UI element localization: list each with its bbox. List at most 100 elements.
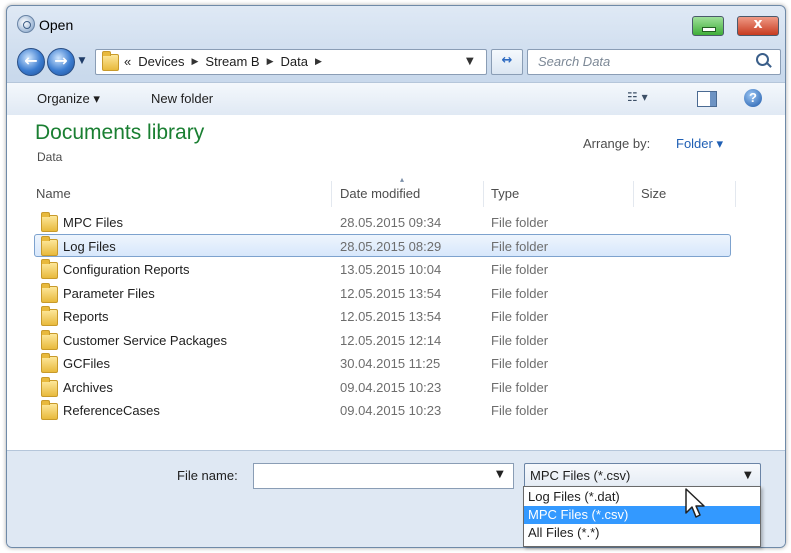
breadcrumb-data[interactable]: Data bbox=[281, 54, 308, 69]
breadcrumb-chevron-icon[interactable]: ▶ bbox=[191, 57, 198, 67]
file-date: 09.04.2015 10:23 bbox=[340, 379, 442, 395]
file-row[interactable]: Customer Service Packages 12.05.2015 12:1… bbox=[35, 329, 730, 352]
column-divider[interactable] bbox=[483, 181, 484, 207]
file-row[interactable]: Configuration Reports 13.05.2015 10:04 Fil… bbox=[35, 258, 730, 281]
file-name-label: File name: bbox=[177, 468, 238, 483]
file-name: MPC Files bbox=[63, 215, 123, 230]
back-button[interactable]: ← bbox=[17, 48, 45, 76]
column-header-size[interactable]: Size bbox=[641, 181, 731, 207]
mouse-cursor-icon bbox=[685, 488, 705, 518]
address-bar[interactable]: « Devices ▶ Stream B ▶ Data ▶ ▼ bbox=[95, 49, 487, 75]
folder-icon bbox=[41, 353, 58, 373]
back-arrow-icon: ← bbox=[24, 51, 38, 70]
library-subtitle: Data bbox=[37, 150, 63, 164]
file-name: Parameter Files bbox=[63, 285, 155, 301]
column-divider[interactable] bbox=[331, 181, 332, 207]
folder-icon bbox=[41, 282, 58, 303]
organize-button[interactable]: Organize ▾ bbox=[37, 91, 100, 107]
dialog-icon bbox=[17, 15, 35, 33]
refresh-button[interactable]: ↔ bbox=[491, 49, 523, 75]
search-input[interactable]: Search Data bbox=[527, 49, 781, 75]
folder-icon bbox=[41, 329, 58, 350]
file-date: 09.04.2015 10:23 bbox=[340, 403, 442, 418]
column-divider[interactable] bbox=[735, 181, 736, 207]
file-type-options-list: Log Files (*.dat) MPC Files (*.csv) All Fi… bbox=[523, 486, 761, 547]
file-name: Archives bbox=[63, 379, 113, 395]
library-title: Documents library bbox=[35, 121, 205, 144]
file-name: ReferenceCases bbox=[63, 403, 160, 418]
file-row[interactable]: Reports 12.05.2015 13:54 File folder bbox=[35, 305, 730, 328]
breadcrumb-overflow[interactable]: « bbox=[124, 54, 131, 69]
window-title: Open bbox=[39, 17, 74, 33]
file-date: 30.04.2015 11:25 bbox=[340, 356, 441, 371]
file-name-dropdown-icon[interactable]: ▼ bbox=[496, 469, 504, 480]
file-type: File folder bbox=[491, 215, 549, 230]
breadcrumb: « Devices ▶ Stream B ▶ Data ▶ bbox=[124, 54, 322, 69]
file-date: 12.05.2015 13:54 bbox=[340, 309, 442, 324]
column-header-type[interactable]: Type bbox=[491, 181, 631, 207]
file-row[interactable]: Archives 09.04.2015 10:23 File folder bbox=[35, 376, 730, 399]
column-divider[interactable] bbox=[633, 181, 634, 207]
forward-arrow-icon: → bbox=[54, 51, 68, 70]
file-name: Customer Service Packages bbox=[63, 332, 228, 348]
file-type-option[interactable]: Log Files (*.dat) bbox=[524, 488, 760, 506]
help-icon[interactable]: ? bbox=[744, 89, 762, 107]
recent-locations-button[interactable]: ▼ bbox=[77, 56, 87, 66]
file-type-dropdown-icon[interactable]: ▼ bbox=[744, 470, 752, 481]
file-date: 12.05.2015 12:14 bbox=[340, 332, 442, 348]
file-name: Configuration Reports bbox=[63, 262, 190, 277]
folder-icon bbox=[41, 306, 58, 326]
breadcrumb-stream-b[interactable]: Stream B bbox=[205, 54, 259, 69]
file-name: GCFiles bbox=[63, 356, 110, 371]
file-row[interactable]: ReferenceCases 09.04.2015 10:23 File folde… bbox=[35, 399, 730, 422]
file-type: File folder bbox=[491, 332, 549, 348]
file-row[interactable]: GCFiles 30.04.2015 11:25 File folder bbox=[35, 352, 730, 375]
file-type: File folder bbox=[491, 238, 549, 254]
file-date: 28.05.2015 09:34 bbox=[340, 215, 442, 230]
folder-icon bbox=[41, 259, 58, 279]
folder-icon bbox=[41, 376, 58, 397]
new-folder-button[interactable]: New folder bbox=[151, 91, 213, 106]
file-date: 13.05.2015 10:04 bbox=[340, 262, 442, 277]
search-icon[interactable] bbox=[756, 53, 769, 66]
preview-pane-icon[interactable] bbox=[697, 91, 717, 107]
file-list-pane: Documents library Data Arrange by: Folde… bbox=[7, 115, 785, 450]
file-name: Reports bbox=[63, 309, 109, 324]
toolbar: Organize ▾ New folder ☷ ▾ ? bbox=[7, 82, 785, 116]
file-type: File folder bbox=[491, 403, 549, 418]
forward-button[interactable]: → bbox=[47, 48, 75, 76]
change-view-icon[interactable]: ☷ ▾ bbox=[627, 90, 648, 104]
address-dropdown-icon[interactable]: ▼ bbox=[466, 56, 474, 67]
arrange-by-label: Arrange by: bbox=[583, 136, 651, 151]
file-type: File folder bbox=[491, 379, 549, 395]
breadcrumb-devices[interactable]: Devices bbox=[138, 54, 184, 69]
minimize-button[interactable] bbox=[692, 16, 724, 36]
file-name: Log Files bbox=[63, 238, 116, 254]
file-type-option[interactable]: MPC Files (*.csv) bbox=[524, 506, 760, 524]
file-date: 12.05.2015 13:54 bbox=[340, 285, 442, 301]
close-icon: x bbox=[753, 16, 763, 32]
breadcrumb-chevron-icon[interactable]: ▶ bbox=[315, 57, 322, 67]
open-dialog-window: Open x ← → ▼ « Devices ▶ Stream B ▶ Data… bbox=[6, 5, 786, 548]
file-type: File folder bbox=[491, 285, 549, 301]
file-row[interactable]: MPC Files 28.05.2015 09:34 File folder bbox=[35, 211, 730, 234]
search-placeholder: Search Data bbox=[538, 54, 611, 69]
file-date: 28.05.2015 08:29 bbox=[340, 238, 442, 254]
file-type: File folder bbox=[491, 262, 549, 277]
arrange-by-dropdown[interactable]: Folder ▾ bbox=[676, 136, 723, 152]
file-type-option[interactable]: All Files (*.*) bbox=[524, 524, 760, 542]
file-row[interactable]: Log Files 28.05.2015 08:29 File folder bbox=[34, 233, 731, 257]
close-button[interactable]: x bbox=[737, 16, 779, 36]
breadcrumb-chevron-icon[interactable]: ▶ bbox=[267, 57, 274, 67]
file-type: File folder bbox=[491, 356, 549, 371]
column-header-date[interactable]: Date modified bbox=[340, 181, 480, 207]
folder-icon bbox=[41, 235, 58, 256]
file-name-input[interactable]: ▼ bbox=[253, 463, 514, 489]
folder-icon bbox=[102, 51, 119, 71]
file-type-value: MPC Files (*.csv) bbox=[530, 468, 631, 483]
folder-icon bbox=[41, 212, 58, 232]
file-row[interactable]: Parameter Files 12.05.2015 13:54 File fold… bbox=[35, 282, 730, 305]
column-header-name[interactable]: Name bbox=[36, 181, 331, 207]
file-type: File folder bbox=[491, 309, 549, 324]
folder-icon bbox=[41, 400, 58, 420]
